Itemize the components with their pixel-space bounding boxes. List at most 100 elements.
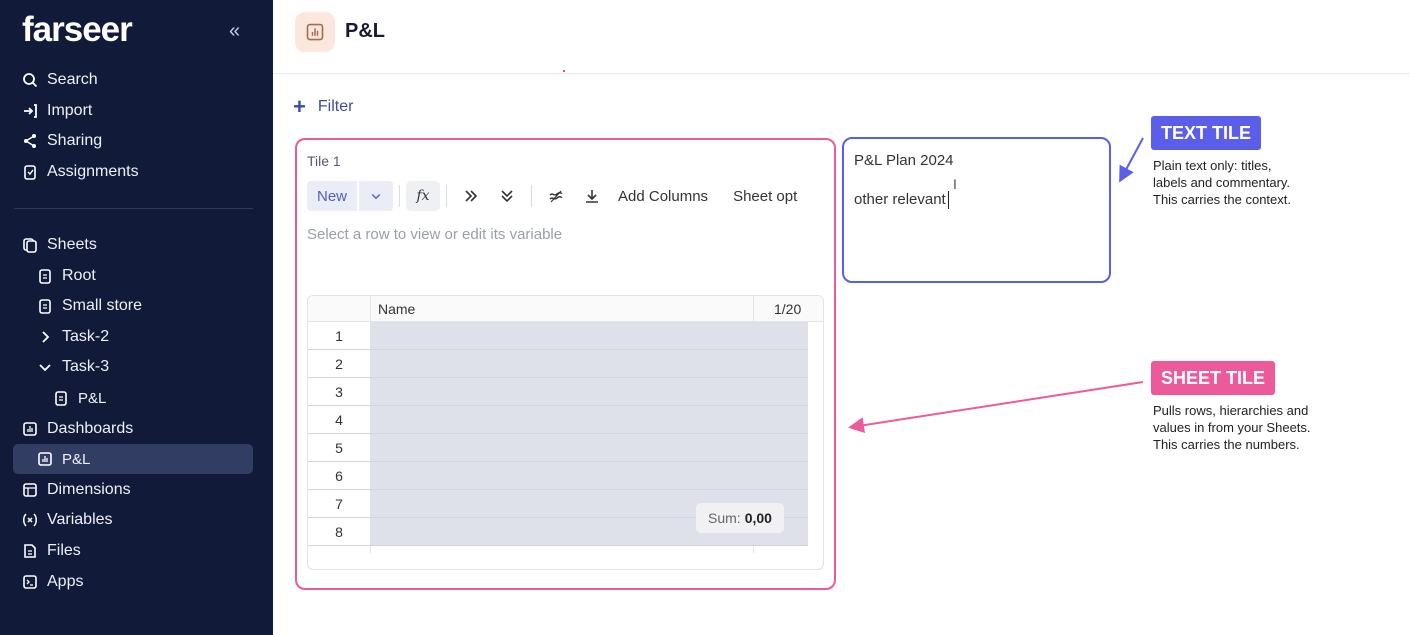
chevron-down-icon [371,193,381,200]
row-number: 4 [335,412,343,428]
text-tile-title[interactable]: P&L Plan 2024 [854,152,954,169]
new-button[interactable]: New [307,181,358,211]
sidebar-item-sheets[interactable]: Sheets [21,230,97,260]
text-tile-annotation: Plain text only: titles, labels and comm… [1153,157,1291,208]
sidebar-item-root[interactable]: Root [36,261,96,291]
sidebar-item-search[interactable]: Search [21,65,98,95]
row-number: 6 [335,468,343,484]
table-row[interactable]: 6 [308,462,808,490]
sidebar-item-label: Dimensions [47,481,131,498]
plus-icon: + [293,94,306,119]
sidebar-item-dimensions[interactable]: Dimensions [21,475,131,505]
table-cell[interactable] [370,378,808,405]
download-icon[interactable] [576,181,608,211]
chevron-right-icon[interactable] [36,328,54,346]
sidebar-item-task-3[interactable]: Task-3 [36,352,109,382]
table-cell[interactable] [370,406,808,433]
sidebar-divider [14,208,253,209]
sidebar-item-variables[interactable]: Variables [21,505,113,535]
text-caret [947,191,949,210]
sidebar-item-label: Sheets [47,236,97,253]
dashboard-icon [36,450,54,468]
sidebar-item-label: P&L [62,450,91,468]
sidebar-item-files[interactable]: Files [21,536,81,566]
sidebar-item-import[interactable]: Import [21,96,92,126]
annotation-line: This carries the numbers. [1153,437,1300,452]
page-title: P&L [345,20,385,42]
formula-button[interactable]: fx [406,181,441,211]
row-number: 7 [335,496,343,512]
sidebar-item-assignments[interactable]: Assignments [21,157,139,187]
assignments-icon [21,163,39,181]
text-tile-badge: TEXT TILE [1151,116,1261,150]
table-row[interactable]: 1 [308,322,808,350]
sheet-tile-badge: SHEET TILE [1151,361,1276,395]
column-header-period[interactable]: 1/20 [774,301,801,317]
table-row[interactable]: 3 [308,378,808,406]
text-tile-editor[interactable]: other relevant [854,191,949,210]
filter-button[interactable]: + Filter [293,94,353,119]
sheet-icon [36,297,54,315]
row-number: 3 [335,384,343,400]
page-header: P&L [273,0,1410,74]
dashboard-icon [21,420,39,438]
table-row[interactable]: 4 [308,406,808,434]
search-icon [21,71,39,89]
apps-icon [21,573,39,591]
sheet-icon [52,389,70,407]
toolbar-divider [446,185,448,207]
sidebar-item-dashboards[interactable]: Dashboards [21,414,133,444]
sheet-tile[interactable]: Tile 1 New fx Add Columns Sheet opt Sele… [295,138,836,590]
grid-header: Name 1/20 [308,296,823,322]
sum-indicator: Sum: 0,00 [696,503,784,533]
sidebar-item-pl-sheet[interactable]: P&L [52,383,106,413]
table-row[interactable]: 2 [308,350,808,378]
sidebar-item-label: Assignments [47,163,139,180]
collapse-sidebar-icon[interactable]: « [229,20,240,43]
table-row[interactable]: 5 [308,434,808,462]
sidebar-item-label: Search [47,71,98,88]
sheet-tile-annotation: Pulls rows, hierarchies and values in fr… [1153,402,1311,453]
sidebar-item-small-store[interactable]: Small store [36,291,142,321]
sidebar-item-label: Task-3 [62,358,110,375]
sidebar-item-label: Files [47,542,81,559]
dashboard-icon [295,12,335,52]
add-columns-button[interactable]: Add Columns [618,188,708,205]
annotation-line: Plain text only: titles, [1153,158,1272,173]
sidebar-item-label: Apps [47,573,84,590]
text-tile-body: other relevant [854,191,946,208]
files-icon [21,542,39,560]
sidebar: farseer « Search Import Sharing Assignme… [0,0,273,635]
chevron-down-icon[interactable] [36,358,54,376]
import-icon [21,102,39,120]
expand-down-icon[interactable] [491,181,523,211]
sidebar-item-label: P&L [78,389,107,407]
text-tile[interactable]: P&L Plan 2024 I other relevant [842,137,1111,283]
sidebar-item-label: Root [62,267,96,284]
new-dropdown-button[interactable] [359,181,394,211]
table-cell[interactable] [370,434,808,461]
sidebar-item-apps[interactable]: Apps [21,567,83,597]
dimensions-icon [21,481,39,499]
approx-icon[interactable] [540,181,572,211]
expand-right-icon[interactable] [455,181,487,211]
row-number: 8 [335,524,343,540]
annotation-line: labels and commentary. [1153,175,1291,190]
sum-value: 0,00 [744,510,772,526]
sidebar-item-label: Sharing [47,132,103,149]
sidebar-item-task-2[interactable]: Task-2 [36,322,109,352]
table-cell[interactable] [370,462,808,489]
row-number: 5 [335,440,343,456]
row-hint: Select a row to view or edit its variabl… [307,226,563,243]
sidebar-item-pl-dashboard[interactable]: P&L [36,444,90,474]
table-cell[interactable] [370,350,808,377]
sidebar-item-sharing[interactable]: Sharing [21,126,102,156]
sidebar-item-label: Import [47,102,93,119]
sheet-options-button[interactable]: Sheet opt [733,188,797,205]
column-header-name[interactable]: Name [378,301,415,317]
table-cell[interactable] [370,322,808,349]
toolbar-divider [399,185,401,207]
annotation-line: Pulls rows, hierarchies and [1153,403,1309,418]
sheet-toolbar: New fx Add Columns Sheet opt [307,180,797,212]
sheet-grid[interactable]: Name 1/20 1 2 3 4 5 6 7 8 Sum: 0,00 [307,295,824,570]
